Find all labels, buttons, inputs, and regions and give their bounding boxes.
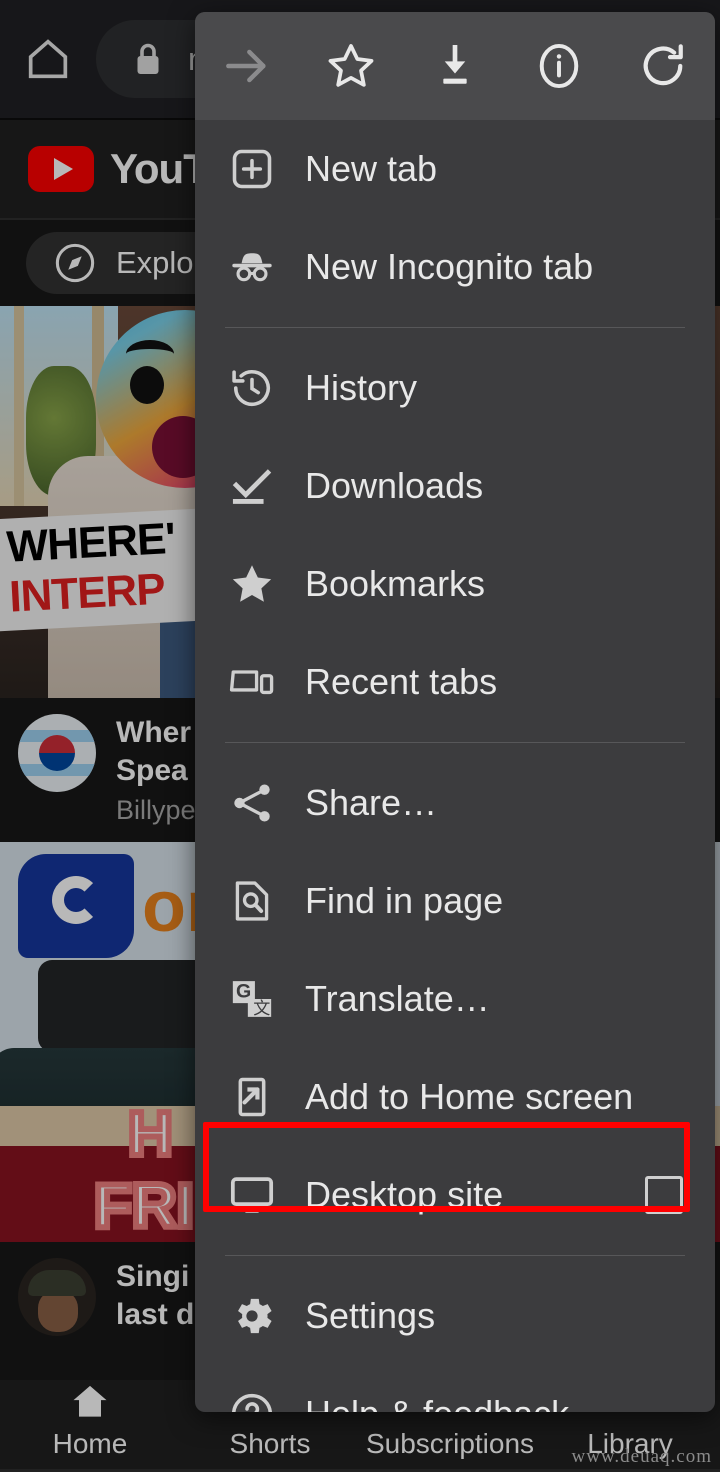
menu-item-label: Bookmarks: [305, 563, 486, 604]
menu-item-desktop-site[interactable]: Desktop site: [195, 1146, 715, 1244]
menu-item-downloads[interactable]: Downloads: [195, 437, 715, 535]
menu-items-list: New tab New Incognito tab History Downlo…: [195, 120, 715, 1412]
menu-divider: [225, 742, 685, 743]
menu-item-label: Translate…: [305, 978, 490, 1019]
menu-item-find-in-page[interactable]: Find in page: [195, 852, 715, 950]
reload-icon: [635, 38, 691, 94]
menu-item-label: Desktop site: [305, 1174, 504, 1215]
svg-text:G: G: [236, 981, 251, 1003]
reload-button[interactable]: [611, 12, 715, 120]
menu-item-label: New Incognito tab: [305, 246, 594, 287]
menu-item-label: History: [305, 367, 418, 408]
menu-quick-actions-toolbar: [195, 12, 715, 120]
menu-item-bookmarks[interactable]: Bookmarks: [195, 535, 715, 633]
bookmark-button[interactable]: [299, 12, 403, 120]
menu-item-add-to-home-screen[interactable]: Add to Home screen: [195, 1048, 715, 1146]
download-page-button[interactable]: [403, 12, 507, 120]
menu-item-label: Settings: [305, 1295, 436, 1336]
menu-item-new-incognito-tab[interactable]: New Incognito tab: [195, 218, 715, 316]
share-icon: [225, 776, 279, 830]
menu-item-label: Add to Home screen: [305, 1076, 634, 1117]
page-info-icon: [531, 38, 587, 94]
menu-item-share[interactable]: Share…: [195, 754, 715, 852]
menu-item-label: New tab: [305, 148, 438, 189]
menu-item-settings[interactable]: Settings: [195, 1267, 715, 1365]
bookmark-star-icon: [323, 38, 379, 94]
find-in-page-icon: [225, 874, 279, 928]
page-info-button[interactable]: [507, 12, 611, 120]
recent-tabs-icon: [225, 655, 279, 709]
new-tab-icon: [225, 142, 279, 196]
menu-item-help-feedback[interactable]: Help & feedback: [195, 1365, 715, 1412]
settings-gear-icon: [225, 1289, 279, 1343]
forward-icon: [219, 38, 275, 94]
menu-item-recent-tabs[interactable]: Recent tabs: [195, 633, 715, 731]
watermark: www.deuaq.com: [571, 1446, 712, 1467]
desktop-site-checkbox[interactable]: [645, 1176, 683, 1214]
incognito-icon: [225, 240, 279, 294]
menu-item-history[interactable]: History: [195, 339, 715, 437]
translate-icon: G 文: [225, 972, 279, 1026]
downloads-check-icon: [225, 459, 279, 513]
menu-item-label: Help & feedback: [305, 1393, 569, 1412]
svg-text:文: 文: [253, 999, 270, 1018]
menu-item-label: Downloads: [305, 465, 484, 506]
help-feedback-icon: [225, 1387, 279, 1412]
menu-item-new-tab[interactable]: New tab: [195, 120, 715, 218]
menu-item-label: Find in page: [305, 880, 504, 921]
bookmarks-star-icon: [225, 557, 279, 611]
menu-item-label: Recent tabs: [305, 661, 498, 702]
desktop-site-icon: [225, 1168, 279, 1222]
menu-item-label: Share…: [305, 782, 438, 823]
menu-divider: [225, 327, 685, 328]
menu-divider: [225, 1255, 685, 1256]
history-icon: [225, 361, 279, 415]
download-icon: [427, 38, 483, 94]
forward-button[interactable]: [195, 12, 299, 120]
menu-item-translate[interactable]: G 文 Translate…: [195, 950, 715, 1048]
add-to-home-screen-icon: [225, 1070, 279, 1124]
chrome-overflow-menu: New tab New Incognito tab History Downlo…: [195, 12, 715, 1412]
